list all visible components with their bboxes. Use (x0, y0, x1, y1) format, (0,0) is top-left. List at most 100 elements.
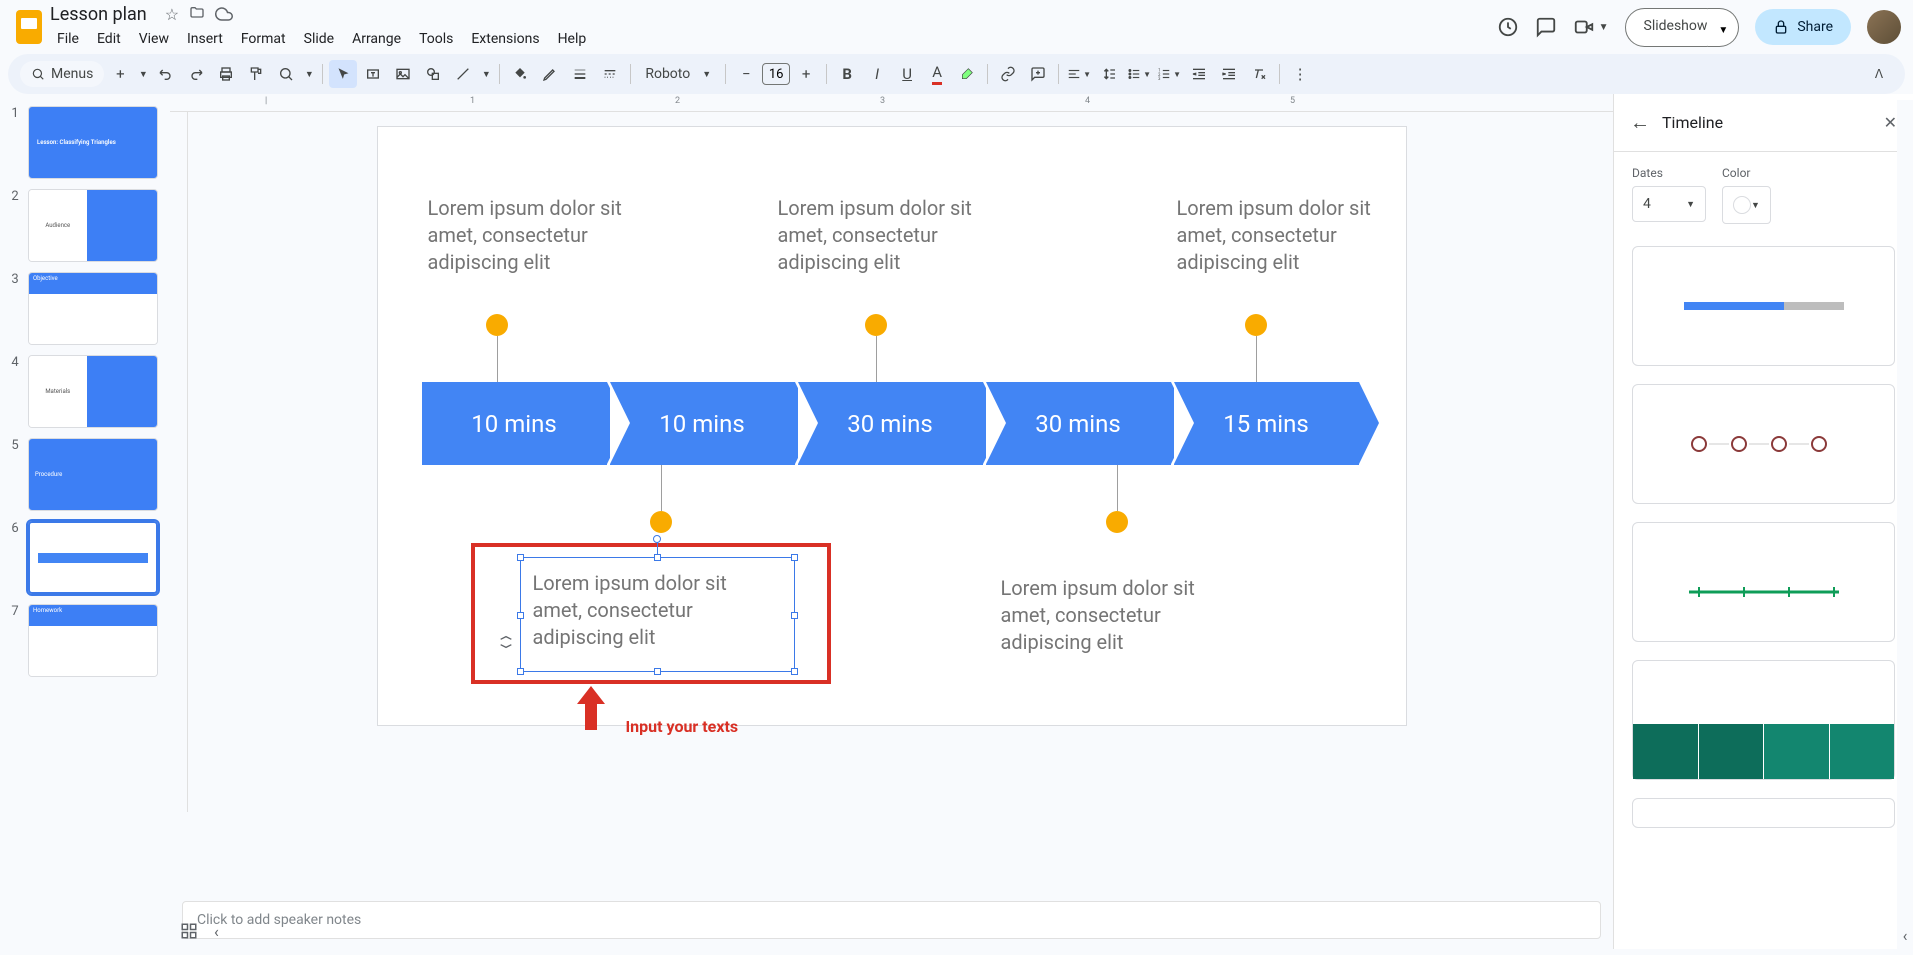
zoom-dropdown[interactable]: ▼ (302, 60, 316, 88)
star-icon[interactable]: ☆ (165, 5, 179, 24)
print-button[interactable] (212, 60, 240, 88)
font-size-decrease[interactable]: − (732, 60, 760, 88)
timeline-text-bottom-2[interactable]: Lorem ipsum dolor sit amet, consectetur … (1001, 575, 1236, 656)
numbered-list-button[interactable]: 123▼ (1155, 60, 1183, 88)
redo-button[interactable] (182, 60, 210, 88)
font-family-select[interactable]: Roboto ▼ (637, 62, 719, 86)
comment-button[interactable] (1024, 60, 1052, 88)
timeline-arrow-1[interactable]: 10 mins (422, 382, 607, 465)
timeline-dot-3[interactable] (865, 314, 887, 336)
timeline-arrow-4[interactable]: 30 mins (986, 382, 1171, 465)
menu-view[interactable]: View (132, 27, 176, 51)
cloud-status-icon[interactable] (215, 5, 233, 24)
indent-increase-button[interactable] (1215, 60, 1243, 88)
slide-thumbnail-6[interactable] (28, 521, 158, 594)
border-dash-button[interactable] (596, 60, 624, 88)
slides-logo[interactable] (16, 10, 42, 44)
video-meet-icon[interactable]: ▼ (1573, 16, 1609, 38)
rotate-handle[interactable] (653, 535, 661, 543)
document-title[interactable]: Lesson plan (50, 4, 147, 25)
timeline-arrow-2[interactable]: 10 mins (610, 382, 795, 465)
timeline-text-top-2[interactable]: Lorem ipsum dolor sit amet, consectetur … (778, 195, 1013, 276)
paint-format-button[interactable] (242, 60, 270, 88)
indent-decrease-button[interactable] (1185, 60, 1213, 88)
undo-button[interactable] (152, 60, 180, 88)
highlight-color-button[interactable] (953, 60, 981, 88)
bold-button[interactable]: B (833, 60, 861, 88)
color-select[interactable]: ▼ (1722, 186, 1771, 224)
speaker-notes[interactable]: Click to add speaker notes (182, 901, 1601, 939)
font-size-increase[interactable]: + (792, 60, 820, 88)
line-tool[interactable] (449, 60, 477, 88)
menu-tools[interactable]: Tools (412, 27, 460, 51)
text-color-button[interactable]: A (923, 60, 951, 88)
menu-slide[interactable]: Slide (297, 27, 341, 51)
menu-arrange[interactable]: Arrange (345, 27, 408, 51)
template-list[interactable] (1614, 238, 1913, 949)
align-button[interactable]: ▼ (1065, 60, 1093, 88)
menu-file[interactable]: File (50, 27, 86, 51)
hide-filmstrip-icon[interactable]: ‹ (214, 922, 219, 941)
select-tool[interactable] (329, 60, 357, 88)
dates-select[interactable]: 4 ▼ (1632, 186, 1706, 222)
selected-textbox[interactable]: Lorem ipsum dolor sit amet, consectetur … (520, 557, 795, 672)
timeline-text-top-3[interactable]: Lorem ipsum dolor sit amet, consectetur … (1177, 195, 1412, 276)
timeline-template-2[interactable] (1632, 384, 1895, 504)
search-menus-button[interactable]: Menus (20, 61, 104, 87)
history-icon[interactable] (1497, 16, 1519, 38)
slide-canvas[interactable]: Lorem ipsum dolor sit amet, consectetur … (377, 126, 1407, 726)
clear-formatting-button[interactable] (1245, 60, 1273, 88)
underline-button[interactable]: U (893, 60, 921, 88)
slideshow-dropdown[interactable]: ▼ (1708, 8, 1739, 47)
slide-thumbnail-2[interactable]: Audience (28, 189, 158, 262)
bullet-list-button[interactable]: ▼ (1125, 60, 1153, 88)
back-icon[interactable]: ← (1630, 110, 1650, 135)
timeline-text-bottom-1[interactable]: Lorem ipsum dolor sit amet, consectetur … (533, 570, 773, 651)
menu-edit[interactable]: Edit (90, 27, 128, 51)
shape-tool[interactable] (419, 60, 447, 88)
slide-thumbnail-4[interactable]: Materials (28, 355, 158, 428)
timeline-template-1[interactable] (1632, 246, 1895, 366)
timeline-arrow-3[interactable]: 30 mins (798, 382, 983, 465)
link-button[interactable] (994, 60, 1022, 88)
filmstrip[interactable]: 1Lesson: Classifying Triangles 2Audience… (0, 94, 170, 949)
collapse-toolbar-button[interactable]: ᐱ (1865, 60, 1893, 88)
border-color-button[interactable] (536, 60, 564, 88)
comments-icon[interactable] (1535, 16, 1557, 38)
timeline-arrow-5[interactable]: 15 mins (1174, 382, 1359, 465)
menu-help[interactable]: Help (551, 27, 594, 51)
menu-extensions[interactable]: Extensions (464, 27, 546, 51)
fill-color-button[interactable] (506, 60, 534, 88)
expand-side-panel-icon[interactable]: ‹ (1903, 926, 1908, 945)
new-slide-button[interactable]: + (106, 60, 134, 88)
slide-thumbnail-5[interactable]: Procedure (28, 438, 158, 511)
timeline-dot-5[interactable] (1245, 314, 1267, 336)
timeline-template-4[interactable] (1632, 660, 1895, 780)
menu-format[interactable]: Format (234, 27, 293, 51)
font-size-input[interactable]: 16 (762, 63, 790, 85)
share-button[interactable]: Share (1755, 9, 1851, 45)
timeline-dot-1[interactable] (486, 314, 508, 336)
autofit-icon[interactable] (498, 634, 514, 650)
timeline-template-5[interactable] (1632, 798, 1895, 828)
move-to-folder-icon[interactable] (189, 5, 205, 24)
canvas-scroll[interactable]: Lorem ipsum dolor sit amet, consectetur … (170, 112, 1613, 891)
zoom-button[interactable] (272, 60, 300, 88)
slide-thumbnail-3[interactable]: Objective (28, 272, 158, 345)
border-weight-button[interactable] (566, 60, 594, 88)
timeline-text-top-1[interactable]: Lorem ipsum dolor sit amet, consectetur … (428, 195, 663, 276)
slide-thumbnail-7[interactable]: Homework (28, 604, 158, 677)
timeline-dot-2[interactable] (650, 511, 672, 533)
more-options-button[interactable]: ⋮ (1286, 60, 1314, 88)
close-icon[interactable]: ✕ (1884, 113, 1897, 132)
textbox-tool[interactable] (359, 60, 387, 88)
new-slide-dropdown[interactable]: ▼ (136, 60, 150, 88)
timeline-dot-4[interactable] (1106, 511, 1128, 533)
grid-view-icon[interactable] (180, 922, 198, 941)
italic-button[interactable]: I (863, 60, 891, 88)
user-avatar[interactable] (1867, 10, 1901, 44)
line-spacing-button[interactable] (1095, 60, 1123, 88)
slide-thumbnail-1[interactable]: Lesson: Classifying Triangles (28, 106, 158, 179)
timeline-template-3[interactable] (1632, 522, 1895, 642)
line-dropdown[interactable]: ▼ (479, 60, 493, 88)
